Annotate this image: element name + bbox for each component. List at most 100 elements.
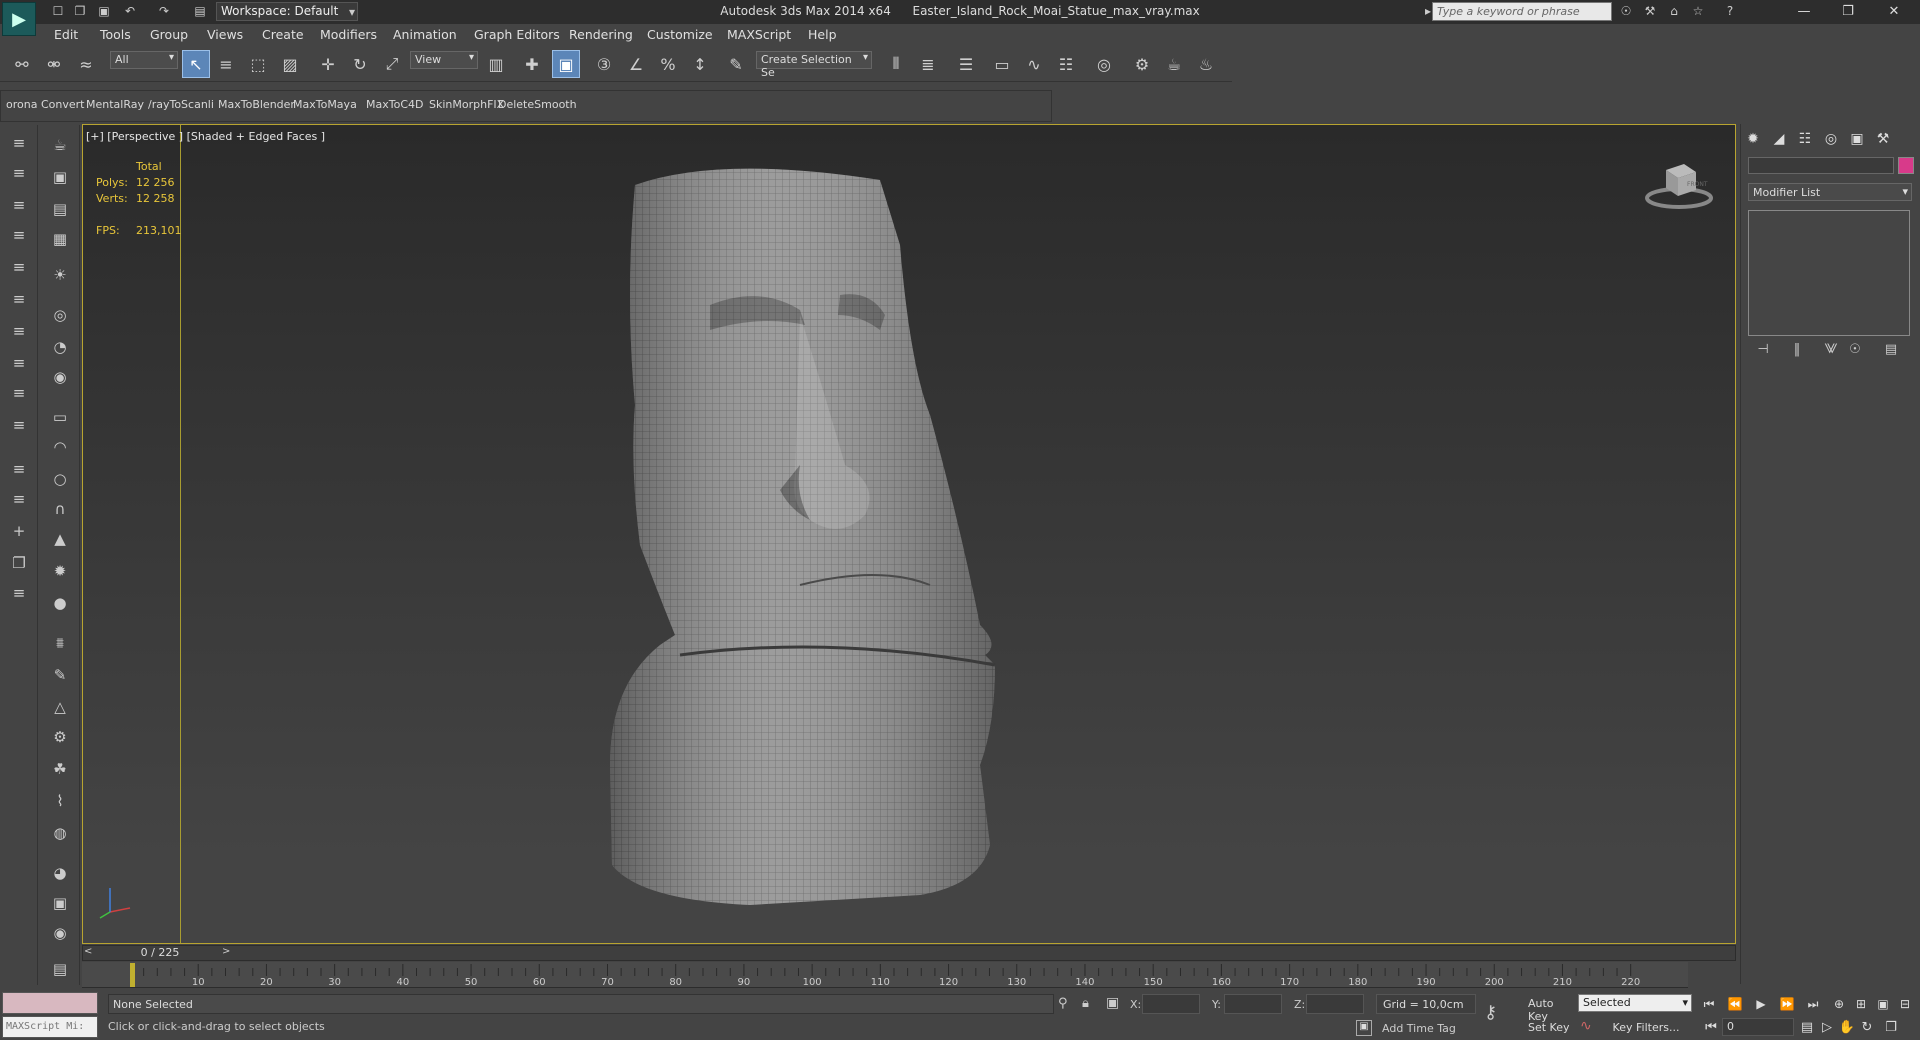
grid-panel-icon[interactable]: ▦ xyxy=(46,226,74,252)
field-of-view-icon[interactable]: ▷ xyxy=(1816,1018,1838,1038)
shader-ball-icon[interactable]: ◕ xyxy=(46,860,74,886)
moai-statue-mesh[interactable] xyxy=(600,165,1000,915)
time-config-icon[interactable]: ▤ xyxy=(1796,1018,1818,1038)
menu-maxscript[interactable]: MAXScript xyxy=(727,26,791,44)
key-selection-set-dropdown[interactable]: Selected xyxy=(1578,994,1692,1012)
layer-stack-icon[interactable]: ≡ xyxy=(5,222,33,248)
show-end-result-icon[interactable]: ‖ xyxy=(1786,342,1808,362)
plugin-mentalray[interactable]: MentalRay xyxy=(86,98,144,111)
menu-edit[interactable]: Edit xyxy=(54,26,78,44)
zoom-extents-icon[interactable]: ▣ xyxy=(1872,994,1894,1014)
modify-tab-icon[interactable]: ◢ xyxy=(1768,128,1790,150)
layer-tool-icon[interactable]: ≡ xyxy=(5,130,33,156)
bind-space-warp-icon[interactable]: ≈ xyxy=(72,50,100,78)
layer-hide-icon[interactable]: ≡ xyxy=(5,318,33,344)
plugin-max-to-maya[interactable]: MaxToMaya xyxy=(293,98,357,111)
play-icon[interactable]: ▶ xyxy=(1750,994,1772,1014)
graphite-ribbon-icon[interactable]: ▭ xyxy=(988,50,1016,78)
layer-manager-icon[interactable]: ☰ xyxy=(952,50,980,78)
orbit-icon[interactable]: ↻ xyxy=(1856,1018,1878,1038)
keyboard-shortcut-override-icon[interactable]: ▣ xyxy=(552,50,580,78)
minimize-button[interactable]: — xyxy=(1784,2,1824,22)
ball-icon[interactable]: ● xyxy=(46,590,74,616)
pin-stack-icon[interactable]: ⊣ xyxy=(1752,342,1774,362)
edit-named-selection-icon[interactable]: ✎ xyxy=(722,50,750,78)
add-time-tag-button[interactable]: Add Time Tag xyxy=(1382,1022,1456,1035)
selection-lock-icon[interactable]: 🔒︎ xyxy=(1082,996,1089,1011)
key-filters-button[interactable]: Key Filters... xyxy=(1598,1018,1694,1038)
current-frame-input[interactable]: 0 xyxy=(1722,1018,1794,1036)
window-crossing-icon[interactable]: ▨ xyxy=(276,50,304,78)
plugin-max-to-c4d[interactable]: MaxToC4D xyxy=(366,98,423,111)
default-tangent-icon[interactable]: ∿ xyxy=(1580,1018,1592,1034)
document-icon[interactable]: ▤ xyxy=(46,196,74,222)
plugin-skin-morph-fix[interactable]: SkinMorphFIX xyxy=(429,98,504,111)
move-icon[interactable]: ✛ xyxy=(314,50,342,78)
modifier-list-dropdown[interactable]: Modifier List xyxy=(1748,183,1912,201)
time-slider-frame[interactable]: 0 / 225 xyxy=(100,946,220,959)
previous-frame-icon[interactable]: ⏪ xyxy=(1724,994,1746,1014)
object-name-input[interactable] xyxy=(1748,157,1894,174)
display-tab-icon[interactable]: ▣ xyxy=(1846,128,1868,150)
absolute-mode-icon[interactable]: ▣ xyxy=(1106,995,1119,1011)
menu-views[interactable]: Views xyxy=(207,26,243,44)
isolate-selection-icon[interactable]: ⚲ xyxy=(1058,996,1068,1011)
layer-lock-icon[interactable]: ≡ xyxy=(5,412,33,438)
key-mode-icon[interactable]: ⏮ xyxy=(1700,1018,1722,1038)
curve-editor-icon[interactable]: ∿ xyxy=(1020,50,1048,78)
menu-tools[interactable]: Tools xyxy=(100,26,131,44)
create-tab-icon[interactable]: ✹ xyxy=(1742,128,1764,150)
spinner-snap-icon[interactable]: ↕ xyxy=(686,50,714,78)
new-file-icon[interactable]: ☐ xyxy=(50,3,66,19)
menu-create[interactable]: Create xyxy=(262,26,304,44)
make-unique-icon[interactable]: ⨈ xyxy=(1820,342,1842,362)
layer-options-icon[interactable]: ≡ xyxy=(5,580,33,606)
app-logo-icon[interactable]: ▶ xyxy=(2,2,36,36)
named-selection-dropdown[interactable]: Create Selection Se xyxy=(756,51,872,79)
image-plane-icon[interactable]: ▣ xyxy=(46,164,74,190)
plugin-vray-to-scanline[interactable]: /rayToScanline xyxy=(148,98,214,111)
add-icon[interactable]: + xyxy=(5,518,33,544)
workspace-chevron-icon[interactable]: ▾ xyxy=(344,4,360,20)
undo-icon[interactable]: ↶ xyxy=(122,3,138,19)
y-coordinate-input[interactable] xyxy=(1224,994,1282,1014)
viewport-label[interactable]: [+] [Perspective ] [Shaded + Edged Faces… xyxy=(86,130,325,143)
layer-freeze-icon[interactable]: ≡ xyxy=(5,350,33,376)
selection-filter-dropdown[interactable]: All xyxy=(110,51,178,69)
cone-icon[interactable]: ▲ xyxy=(46,526,74,552)
mirror-icon[interactable]: ⫴ xyxy=(882,50,910,78)
hemisphere-icon[interactable]: ◠ xyxy=(46,434,74,460)
current-frame-marker[interactable] xyxy=(130,963,135,987)
remove-modifier-icon[interactable]: ☉ xyxy=(1844,342,1866,362)
plugin-delete-smooth[interactable]: DeleteSmooth xyxy=(498,98,577,111)
select-object-icon[interactable]: ↖ xyxy=(182,50,210,78)
time-slider[interactable] xyxy=(82,945,1736,961)
layer-add-icon[interactable]: ≡ xyxy=(5,286,33,312)
rope-icon[interactable]: ◍ xyxy=(46,820,74,846)
zoom-all-icon[interactable]: ⊞ xyxy=(1850,994,1872,1014)
search-input[interactable]: Type a keyword or phrase xyxy=(1432,2,1612,21)
layer-properties-icon[interactable]: ❐ xyxy=(5,550,33,576)
time-slider-next-icon[interactable]: > xyxy=(222,946,230,957)
workspace-dropdown[interactable]: Workspace: Default xyxy=(216,2,358,21)
teapot-icon[interactable]: ☕ xyxy=(46,132,74,158)
set-keys-icon[interactable]: ⚷ xyxy=(1484,1002,1497,1023)
menu-animation[interactable]: Animation xyxy=(393,26,457,44)
maximize-viewport-icon[interactable]: ❐ xyxy=(1880,1018,1902,1038)
schematic-view-icon[interactable]: ☷ xyxy=(1052,50,1080,78)
next-frame-icon[interactable]: ⏩ xyxy=(1776,994,1798,1014)
menu-modifiers[interactable]: Modifiers xyxy=(320,26,377,44)
maxscript-listener-output[interactable] xyxy=(2,992,98,1014)
volume-icon[interactable]: ◔ xyxy=(46,334,74,360)
menu-help[interactable]: Help xyxy=(808,26,837,44)
frame-buffer-icon[interactable]: ▤ xyxy=(46,956,74,982)
rotate-icon[interactable]: ↻ xyxy=(346,50,374,78)
layer-bracket-icon[interactable]: ≡ xyxy=(5,380,33,406)
set-key-button[interactable]: Set Key xyxy=(1524,1018,1576,1038)
rectangular-selection-icon[interactable]: ⬚ xyxy=(244,50,272,78)
link-icon[interactable]: ⚯ xyxy=(8,50,36,78)
plugin-max-to-blender[interactable]: MaxToBlender xyxy=(218,98,295,111)
plugin-corona-convert[interactable]: orona Convert xyxy=(6,98,84,111)
subscription-icon[interactable]: ⚒ xyxy=(1642,3,1658,19)
rendered-frame-window-icon[interactable]: ☕ xyxy=(1160,50,1188,78)
